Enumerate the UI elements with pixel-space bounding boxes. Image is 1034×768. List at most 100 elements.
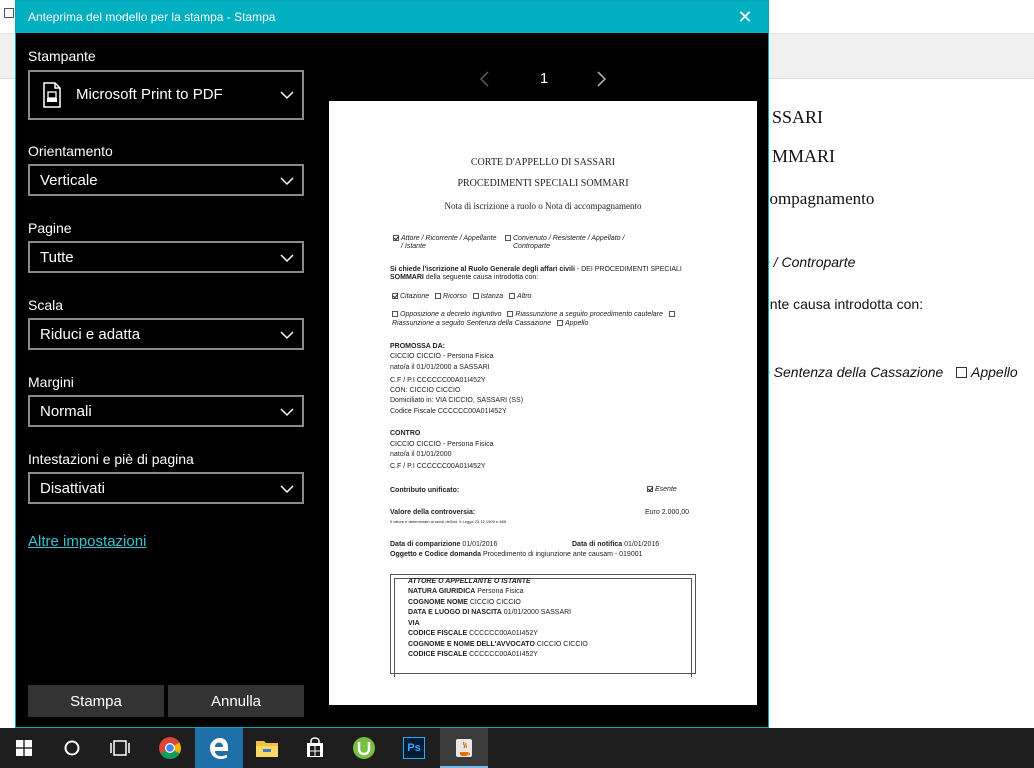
bg-line: MMARI	[772, 146, 836, 166]
headers-footers-value: Disattivati	[40, 480, 106, 497]
previous-page-icon[interactable]	[476, 69, 494, 89]
contributo-label: Contributo unificato:	[390, 487, 460, 494]
role-actor-label: Attore / Ricorrente / Appellante	[401, 235, 497, 242]
opposition-line: Opposizione a decreto ingiuntivo Riassun…	[392, 311, 677, 318]
utorrent-icon	[353, 737, 375, 759]
option-riassunzione-cautelare: Riassunzione a seguito procedimento caut…	[515, 311, 663, 318]
chrome-button[interactable]	[146, 728, 194, 768]
task-view-icon	[110, 740, 130, 756]
cancel-button[interactable]: Annulla	[168, 685, 304, 717]
request-rest-2: della seguente causa introdotta con:	[423, 274, 539, 281]
file-explorer-icon	[256, 741, 278, 757]
edge-button[interactable]	[195, 728, 243, 768]
close-button[interactable]: ✕	[722, 1, 768, 33]
promossa-line: nato/a il 01/01/2000 a SASSARI	[390, 364, 490, 371]
checkbox-icon	[507, 311, 514, 317]
headers-footers-label: Intestazioni e piè di pagina	[28, 451, 194, 467]
promossa-line: CON: CICCIO CICCIO	[390, 387, 461, 394]
promossa-line: Codice Fiscale CCCCCC00A01I452Y	[390, 408, 507, 415]
orientation-label: Orientamento	[28, 143, 113, 159]
valore-label: Valore della controversia:	[390, 509, 476, 516]
bg-line: o Sentenza della Cassazione	[762, 364, 944, 380]
preview-subtitle: PROCEDIMENTI SPECIALI SOMMARI	[457, 178, 629, 189]
java-button[interactable]	[440, 728, 488, 768]
contributo-esente: Esente	[655, 486, 677, 493]
store-button[interactable]	[291, 728, 339, 768]
dialog-titlebar: Anteprima del modello per la stampa - St…	[16, 1, 768, 33]
file-explorer-button[interactable]	[243, 728, 291, 768]
page-navigation: 1	[476, 67, 616, 91]
request-bold-2: SOMMARI	[390, 274, 424, 281]
role-convened-label: Convenuto / Resistente / Appellato /	[513, 235, 625, 242]
option-riassunzione-cassazione: Riassunzione a seguito Sentenza della Ca…	[392, 320, 552, 327]
bg-appello: Appello	[956, 364, 1018, 380]
photoshop-label: Ps	[407, 742, 421, 754]
box-row-value: CICCIO CICCIO	[534, 641, 588, 648]
valore-value: Euro 2.000,00	[645, 509, 689, 516]
bg-line: ente causa introdotta con:	[762, 296, 924, 312]
bg-line: o / Controparte	[762, 254, 856, 270]
start-button[interactable]	[0, 728, 48, 768]
edge-icon	[210, 738, 228, 759]
role-convened: Convenuto / Resistente / Appellato /	[505, 235, 624, 242]
contributo-value: Esente	[647, 486, 677, 493]
printer-value: Microsoft Print to PDF	[76, 86, 223, 103]
notifica-value: 01/01/2016	[622, 541, 660, 548]
promossa-line: C.F / P.I CCCCCC00A01I452Y	[390, 377, 486, 384]
bg-line: compagnamento	[762, 189, 875, 208]
option-ricorso: Ricorso	[443, 293, 467, 300]
oggetto-value: Procedimento di ingiunzione ante causam …	[481, 551, 643, 558]
headers-footers-select[interactable]: Disattivati	[28, 472, 304, 504]
checkbox-checked-icon	[647, 486, 653, 492]
checkbox-icon	[668, 311, 675, 317]
opposition-line-2: Riassunzione a seguito Sentenza della Ca…	[392, 320, 588, 327]
box-row-label: COGNOME E NOME DELL'AVVOCATO	[408, 641, 535, 648]
chevron-down-icon	[280, 331, 294, 340]
photoshop-button[interactable]: Ps	[390, 728, 438, 768]
role-actor: Attore / Ricorrente / Appellante	[393, 235, 496, 242]
box-row: COGNOME NOME CICCIO CICCIO	[408, 599, 521, 606]
promossa-heading: PROMOSSA DA:	[390, 343, 445, 350]
task-view-button[interactable]	[96, 728, 144, 768]
contro-line: nato/a il 01/01/2000	[390, 451, 452, 458]
cortana-button[interactable]	[48, 728, 96, 768]
box-row-label: VIA	[408, 620, 420, 627]
pages-select[interactable]: Tutte	[28, 241, 304, 273]
java-icon	[456, 739, 472, 757]
utorrent-button[interactable]	[340, 728, 388, 768]
checkbox-checked-icon	[392, 293, 398, 299]
checkbox-checked-icon	[393, 235, 399, 241]
comparizione-value: 01/01/2016	[460, 541, 498, 548]
promossa-line: CICCIO CICCIO - Persona Fisica	[390, 353, 494, 360]
box-row: CODICE FISCALE CCCCCC00A01I452Y	[408, 630, 538, 637]
comparizione-line: Data di comparizione 01/01/2016	[390, 541, 497, 548]
next-page-icon[interactable]	[592, 69, 610, 89]
box-heading: ATTORE O APPELLANTE O ISTANTE	[408, 578, 531, 585]
margins-label: Margini	[28, 374, 74, 390]
box-row-label: CODICE FISCALE	[408, 651, 468, 658]
photoshop-icon: Ps	[403, 737, 425, 759]
comparizione-label: Data di comparizione	[390, 541, 461, 548]
scale-select[interactable]: Riduci e adatta	[28, 318, 304, 350]
checkbox-icon	[956, 367, 967, 378]
oggetto-label: Oggetto e Codice domanda	[390, 551, 482, 558]
print-button[interactable]: Stampa	[28, 685, 164, 717]
promossa-line: Domiciliato in: VIA CICCIO, SASSARI (SS)	[390, 397, 524, 404]
more-settings-link[interactable]: Altre impostazioni	[28, 533, 146, 550]
option-citazione: Citazione	[400, 293, 430, 300]
orientation-select[interactable]: Verticale	[28, 164, 304, 196]
contro-line: C.F / P.I CCCCCC00A01I452Y	[390, 463, 486, 470]
printer-label: Stampante	[28, 48, 96, 64]
print-preview-page: CORTE D'APPELLO DI SASSARI PROCEDIMENTI …	[329, 101, 757, 705]
close-icon: ✕	[737, 6, 753, 27]
page-number: 1	[539, 70, 549, 87]
chevron-down-icon	[280, 177, 294, 186]
margins-select[interactable]: Normali	[28, 395, 304, 427]
chrome-icon	[159, 737, 181, 759]
printer-select[interactable]: Microsoft Print to PDF	[28, 70, 304, 120]
checkbox-icon	[509, 293, 516, 299]
window-icon	[4, 8, 14, 18]
option-appello: Appello	[565, 320, 589, 327]
role-actor-cont: / Istante	[401, 243, 426, 250]
box-row-value: 01/01/2000 SASSARI	[501, 609, 572, 616]
